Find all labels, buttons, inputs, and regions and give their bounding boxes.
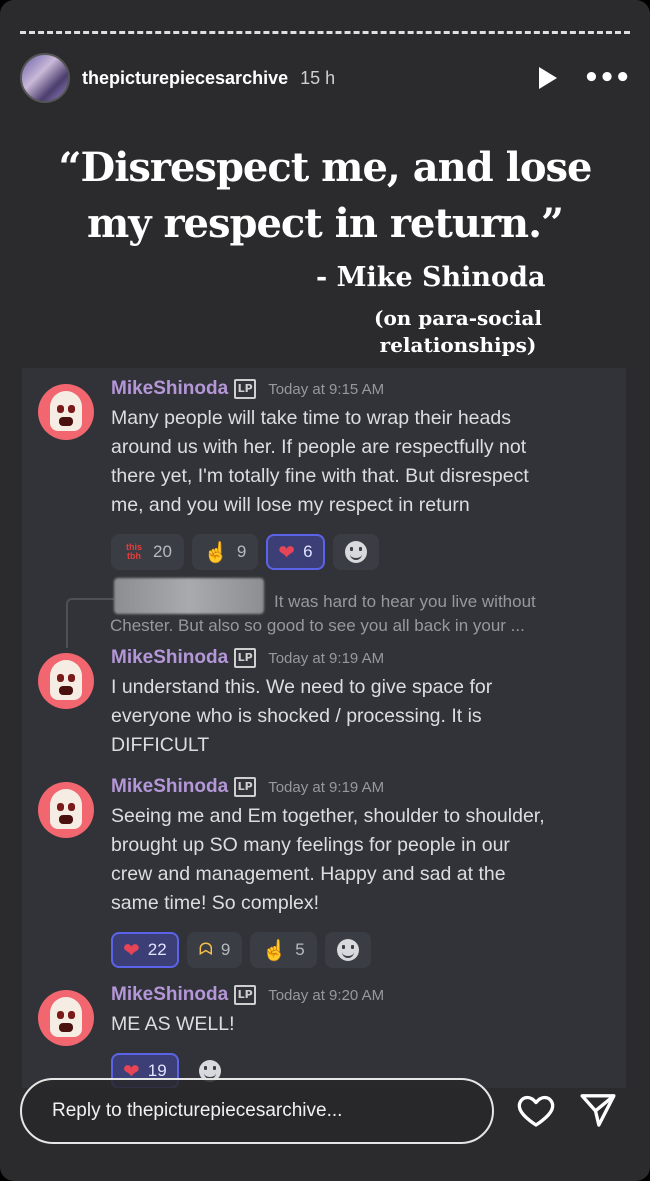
quote-line-2: my respect in return.” <box>86 200 564 247</box>
story-frame: thepicturepiecesarchive 15 h ••• “Disres… <box>0 0 650 1181</box>
reaction-heart-hands[interactable]: ᗣ 9 <box>186 932 243 968</box>
reaction-heart[interactable]: ❤ 6 <box>266 534 325 570</box>
reaction-heart[interactable]: ❤ 22 <box>111 932 179 968</box>
message-content: ME AS WELL! <box>111 1010 616 1039</box>
reply-preview-line: Chester. But also so good to see you all… <box>110 616 525 635</box>
user-avatar <box>38 653 94 709</box>
message-line: brought up SO many feelings for people i… <box>111 834 510 856</box>
reaction-count: 9 <box>236 542 247 561</box>
user-avatar <box>38 384 94 440</box>
quote-context-line-1: (on para-social <box>374 306 542 330</box>
heart-hands-icon: ᗣ <box>198 940 213 959</box>
message-content: Many people will take time to wrap their… <box>111 404 616 520</box>
message-timestamp: Today at 9:15 AM <box>268 380 385 398</box>
reaction-bar: ❤ 22 ᗣ 9 ☝ 5 <box>111 932 616 968</box>
discord-screenshot: MikeShinoda LP Today at 9:15 AM Many peo… <box>22 368 626 1088</box>
point-up-icon: ☝ <box>262 939 288 962</box>
message-line: DIFFICULT <box>111 734 210 756</box>
reaction-this-tbh[interactable]: this tbh 20 <box>111 534 184 570</box>
quote-text: “Disrespect me, and lose my respect in r… <box>0 140 650 252</box>
message-author: MikeShinoda <box>111 378 229 399</box>
quote-context: (on para-social relationships) <box>368 305 548 359</box>
message-author: MikeShinoda <box>111 984 229 1005</box>
message-timestamp: Today at 9:20 AM <box>268 986 385 1004</box>
profile-avatar[interactable] <box>20 53 70 103</box>
quote-attribution: - Mike Shinoda <box>316 262 546 293</box>
post-time: 15 h <box>300 67 336 88</box>
message-line: crew and management. Happy and sad at th… <box>111 863 506 885</box>
user-avatar <box>38 782 94 838</box>
play-icon[interactable] <box>539 67 558 89</box>
reaction-count: 9 <box>220 940 231 959</box>
more-options-icon[interactable]: ••• <box>583 65 631 91</box>
this-tbh-icon: this tbh <box>125 542 142 561</box>
message-line: Many people will take time to wrap their… <box>111 407 511 429</box>
message-timestamp: Today at 9:19 AM <box>268 778 385 796</box>
reply-reference[interactable]: It was hard to hear you live without Che… <box>38 578 616 648</box>
heart-icon: ❤ <box>278 541 296 564</box>
message-line: everyone who is shocked / processing. It… <box>111 705 482 727</box>
reply-preview: It was hard to hear you live without Che… <box>110 590 616 638</box>
server-tag-icon: LP <box>234 648 257 668</box>
quote-context-line-2: relationships) <box>379 333 537 357</box>
reaction-bar: this tbh 20 ☝ 9 ❤ 6 <box>111 534 616 570</box>
quote-line-1: “Disrespect me, and lose <box>58 144 593 191</box>
profile-username[interactable]: thepicturepiecesarchive <box>82 68 288 89</box>
reply-connector <box>66 598 114 648</box>
reaction-point-up[interactable]: ☝ 9 <box>191 534 259 570</box>
reaction-point-up[interactable]: ☝ 5 <box>250 932 317 968</box>
message-line: me, and you will lose my respect in retu… <box>111 494 470 516</box>
smile-icon <box>336 939 359 961</box>
message-line: there yet, I'm totally fine with that. B… <box>111 465 529 487</box>
reaction-count: 20 <box>153 542 172 561</box>
smile-icon <box>344 541 367 563</box>
reaction-count: 6 <box>303 542 313 561</box>
user-avatar <box>38 990 94 1046</box>
server-tag-icon: LP <box>234 379 257 399</box>
add-reaction-button[interactable] <box>324 932 371 968</box>
message-content: Seeing me and Em together, shoulder to s… <box>111 802 616 918</box>
message-line: around us with her. If people are respec… <box>111 436 527 458</box>
reply-preview-line: It was hard to hear you live without <box>274 592 536 611</box>
heart-icon: ❤ <box>123 939 140 962</box>
add-reaction-button[interactable] <box>332 534 379 570</box>
server-tag-icon: LP <box>234 777 257 797</box>
reaction-count: 22 <box>147 940 167 959</box>
message-content: I understand this. We need to give space… <box>111 673 616 760</box>
point-up-icon: ☝ <box>203 541 229 564</box>
message-line: same time! So complex! <box>111 892 320 914</box>
like-heart-icon[interactable] <box>516 1090 556 1130</box>
message-line: Seeing me and Em together, shoulder to s… <box>111 805 545 827</box>
message-line: ME AS WELL! <box>111 1013 235 1035</box>
send-icon[interactable] <box>578 1090 618 1130</box>
message-timestamp: Today at 9:19 AM <box>268 649 385 667</box>
story-header: thepicturepiecesarchive 15 h ••• <box>20 52 631 104</box>
message-line: I understand this. We need to give space… <box>111 676 493 698</box>
message-author: MikeShinoda <box>111 647 229 668</box>
reply-input[interactable]: Reply to thepicturepiecesarchive... <box>20 1078 494 1144</box>
server-tag-icon: LP <box>234 985 257 1005</box>
reaction-count: 5 <box>295 940 305 959</box>
reply-placeholder: Reply to thepicturepiecesarchive... <box>52 1100 343 1121</box>
message-author: MikeShinoda <box>111 776 229 797</box>
story-progress-bar <box>20 31 630 34</box>
